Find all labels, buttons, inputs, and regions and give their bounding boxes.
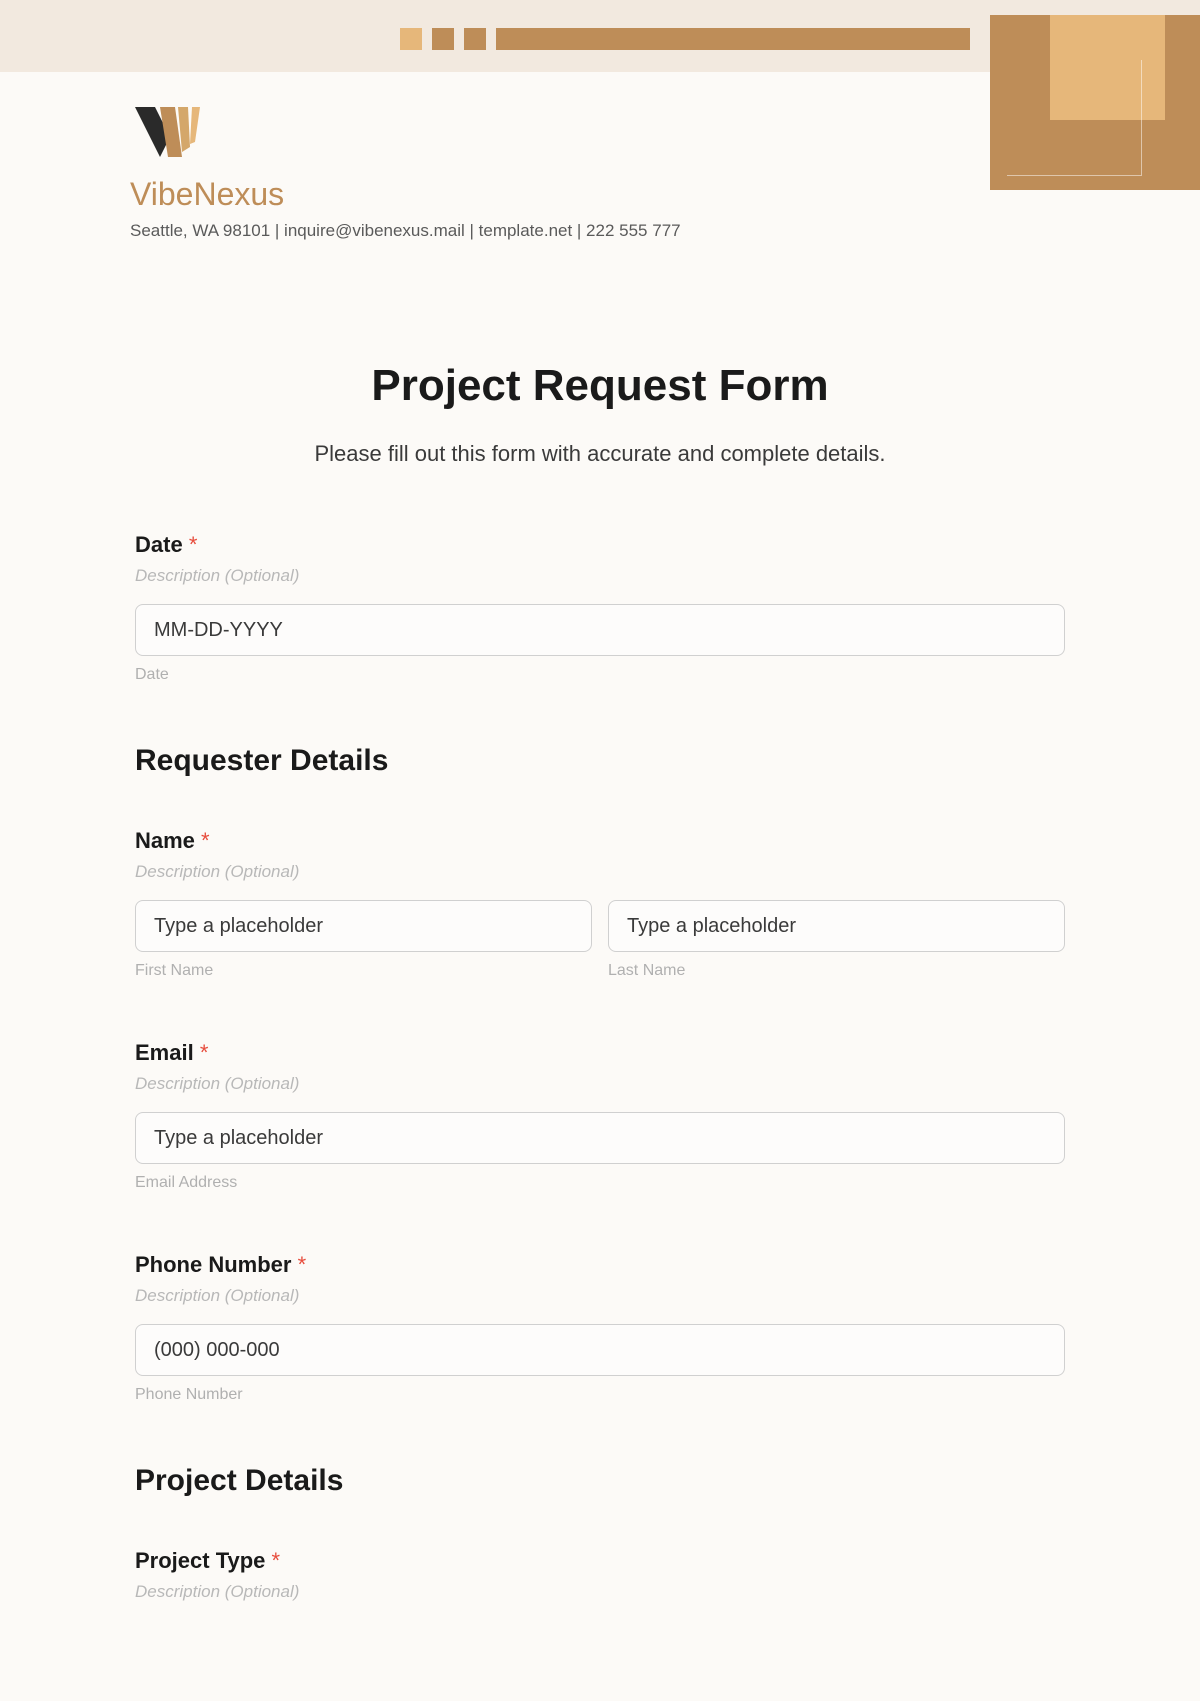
date-input[interactable] (135, 604, 1065, 656)
last-name-input[interactable] (608, 900, 1065, 952)
date-label: Date * (135, 532, 1065, 558)
page-title: Project Request Form (135, 361, 1065, 411)
form-container: Project Request Form Please fill out thi… (0, 261, 1200, 1602)
phone-label: Phone Number * (135, 1252, 1065, 1278)
banner-accent (400, 28, 422, 50)
project-section-heading: Project Details (135, 1464, 1065, 1498)
required-indicator: * (272, 1548, 281, 1573)
email-field-group: Email * Description (Optional) Email Add… (135, 1040, 1065, 1192)
date-sublabel: Date (135, 666, 1065, 684)
email-sublabel: Email Address (135, 1174, 1065, 1192)
page-subtitle: Please fill out this form with accurate … (135, 441, 1065, 467)
brand-name: VibeNexus (130, 176, 284, 213)
phone-description[interactable]: Description (Optional) (135, 1286, 1065, 1306)
required-indicator: * (200, 1040, 209, 1065)
last-name-sublabel: Last Name (608, 962, 1065, 980)
phone-input[interactable] (135, 1324, 1065, 1376)
banner-accent (464, 28, 486, 50)
project-type-description[interactable]: Description (Optional) (135, 1582, 1065, 1602)
phone-sublabel: Phone Number (135, 1386, 1065, 1404)
banner-accent (432, 28, 454, 50)
header: VibeNexus Seattle, WA 98101 | inquire@vi… (0, 72, 1200, 261)
date-field-group: Date * Description (Optional) Date (135, 532, 1065, 684)
email-description[interactable]: Description (Optional) (135, 1074, 1065, 1094)
first-name-input[interactable] (135, 900, 592, 952)
first-name-sublabel: First Name (135, 962, 592, 980)
banner-accent (496, 28, 970, 50)
required-indicator: * (189, 532, 198, 557)
requester-section-heading: Requester Details (135, 744, 1065, 778)
date-description[interactable]: Description (Optional) (135, 566, 1065, 586)
email-label: Email * (135, 1040, 1065, 1066)
contact-info: Seattle, WA 98101 | inquire@vibenexus.ma… (130, 221, 681, 241)
name-field-group: Name * Description (Optional) First Name… (135, 828, 1065, 980)
required-indicator: * (298, 1252, 307, 1277)
project-type-label: Project Type * (135, 1548, 1065, 1574)
required-indicator: * (201, 828, 210, 853)
logo-icon (130, 102, 210, 172)
name-label: Name * (135, 828, 1065, 854)
name-description[interactable]: Description (Optional) (135, 862, 1065, 882)
phone-field-group: Phone Number * Description (Optional) Ph… (135, 1252, 1065, 1404)
project-type-field-group: Project Type * Description (Optional) (135, 1548, 1065, 1602)
email-input[interactable] (135, 1112, 1065, 1164)
